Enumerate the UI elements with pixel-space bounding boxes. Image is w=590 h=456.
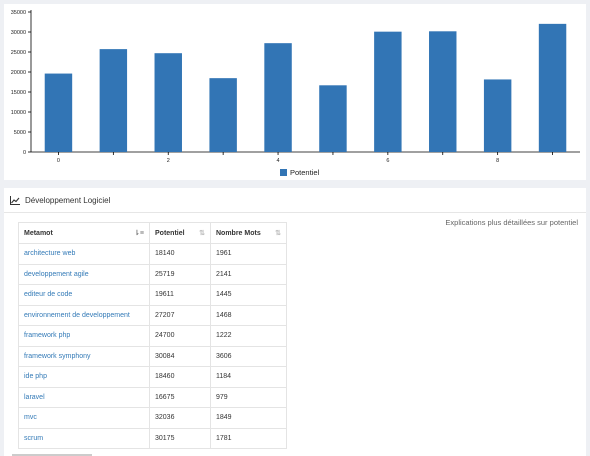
nombre-mots-cell: 1961 [210,243,287,265]
metamot-table: Metamot ⇂≡ Potentiel ⇅ Nombre Mots ⇅ archit… [18,222,287,449]
metamot-link[interactable]: editeur de code [18,284,150,306]
chart-panel: 0 5000 10000 15000 20000 25000 30000 35000 0 2 4 6 8… [4,4,586,180]
legend-label: Potentiel [290,168,320,177]
nombre-mots-cell: 2141 [210,263,287,285]
y-tick-label: 30000 [11,30,26,36]
sort-desc-icon[interactable]: ⇂≡ [134,229,144,237]
column-header-nombre-mots[interactable]: Nombre Mots ⇅ [210,222,287,244]
potentiel-cell: 32036 [149,407,211,429]
table-header-row: Metamot ⇂≡ Potentiel ⇅ Nombre Mots ⇅ [18,222,287,244]
metamot-link[interactable]: framework php [18,325,150,347]
potentiel-cell: 16675 [149,386,211,408]
y-tick-label: 20000 [11,70,26,76]
x-tick-label: 0 [57,158,60,164]
column-header-label: Metamot [24,229,53,237]
table-row: architecture web 18140 1961 [18,243,287,265]
table-row: framework php 24700 1222 [18,325,287,347]
metamot-link[interactable]: laravel [18,386,150,408]
potentiel-cell: 25719 [149,263,211,285]
potentiel-cell: 30175 [149,427,211,449]
y-tick-label: 25000 [11,50,26,56]
chart-bar [44,73,73,152]
chart-bar [483,79,512,152]
y-tick-label: 35000 [11,10,26,16]
nombre-mots-cell: 3606 [210,345,287,367]
potentiel-cell: 30084 [149,345,211,367]
nombre-mots-cell: 1849 [210,407,287,429]
y-tick-label: 5000 [14,130,26,136]
table-row: editeur de code 19611 1445 [18,284,287,306]
table-row: environnement de developpement 27207 1468 [18,304,287,326]
bar-chart: 0 5000 10000 15000 20000 25000 30000 35000 0 2 4 6 8 [11,10,580,164]
chart-bar [99,49,128,152]
sort-icon[interactable]: ⇅ [199,229,205,237]
potentiel-cell: 24700 [149,325,211,347]
truncated-footer [12,451,92,456]
chart-bar [538,23,567,152]
potentiel-cell: 18140 [149,243,211,265]
panel-header: Développement Logiciel [4,188,586,213]
nombre-mots-cell: 1781 [210,427,287,449]
chart-bar [374,31,402,152]
x-tick-label: 4 [277,158,280,164]
potentiel-cell: 19611 [149,284,211,306]
table-row: laravel 16675 979 [18,386,287,408]
chart-bar [429,31,457,152]
column-header-label: Nombre Mots [216,229,261,237]
metamot-link[interactable]: architecture web [18,243,150,265]
table-row: developpement agile 25719 2141 [18,263,287,285]
sort-icon[interactable]: ⇅ [275,229,281,237]
y-tick-label: 10000 [11,110,26,116]
legend-swatch [280,169,287,176]
potentiel-cell: 27207 [149,304,211,326]
metamot-link[interactable]: developpement agile [18,263,150,285]
chart-bar [209,78,237,152]
y-tick-label: 0 [23,150,26,156]
chart-bar [154,53,182,153]
y-tick-label: 15000 [11,90,26,96]
nombre-mots-cell: 1184 [210,366,287,388]
column-header-label: Potentiel [155,229,185,237]
nombre-mots-cell: 1222 [210,325,287,347]
table-row: framework symphony 30084 3606 [18,345,287,367]
nombre-mots-cell: 1468 [210,304,287,326]
nombre-mots-cell: 1445 [210,284,287,306]
chart-legend: Potentiel [280,168,319,177]
table-row: scrum 30175 1781 [18,427,287,449]
metamot-link[interactable]: scrum [18,427,150,449]
table-row: ide php 18460 1184 [18,366,287,388]
x-tick-label: 2 [167,158,170,164]
metamot-link[interactable]: environnement de developpement [18,304,150,326]
panel-title: Développement Logiciel [25,195,111,205]
potentiel-cell: 18460 [149,366,211,388]
chart-bar [264,43,292,153]
column-header-potentiel[interactable]: Potentiel ⇅ [149,222,211,244]
table-row: mvc 32036 1849 [18,407,287,429]
chart-bar [319,85,347,152]
column-header-metamot[interactable]: Metamot ⇂≡ [18,222,150,244]
results-panel: Développement Logiciel Explications plus… [4,188,586,456]
x-tick-label: 8 [496,158,499,164]
nombre-mots-cell: 979 [210,386,287,408]
line-chart-icon [10,195,20,205]
metamot-link[interactable]: framework symphony [18,345,150,367]
explanation-text: Explications plus détaillées sur potenti… [445,218,578,227]
x-tick-label: 6 [386,158,389,164]
metamot-link[interactable]: ide php [18,366,150,388]
metamot-link[interactable]: mvc [18,407,150,429]
